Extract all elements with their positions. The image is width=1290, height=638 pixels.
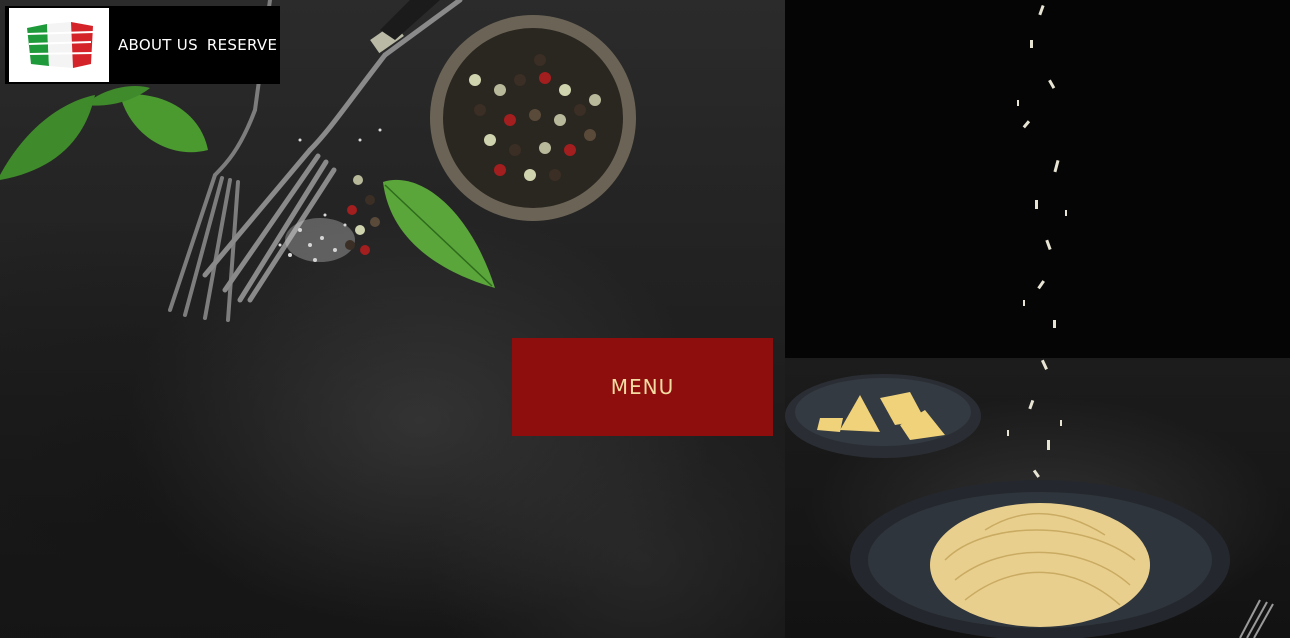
top-navigation-bar: ABOUT US RESERVE [5, 6, 280, 84]
italian-flag-icon [26, 22, 94, 68]
nav-link-about-us[interactable]: ABOUT US [118, 36, 198, 54]
hero-image-pasta [785, 0, 1290, 638]
menu-button[interactable]: MENU [512, 338, 773, 436]
hero-image-spices [0, 0, 785, 638]
nav-link-reserve[interactable]: RESERVE [207, 36, 277, 54]
main-nav: ABOUT US RESERVE [118, 36, 277, 54]
logo[interactable] [9, 8, 109, 82]
pasta-illustration [785, 4, 1274, 638]
spices-illustration [0, 0, 636, 322]
